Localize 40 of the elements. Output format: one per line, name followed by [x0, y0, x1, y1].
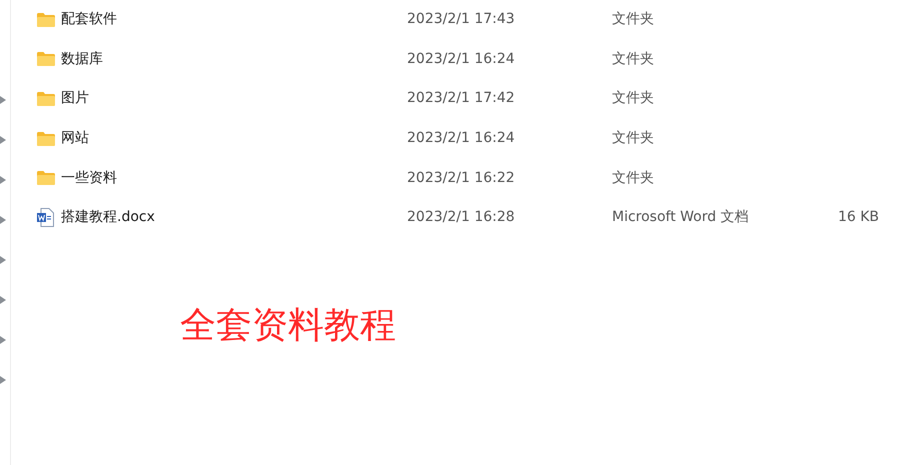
modified-date: 2023/2/1 17:43 [407, 10, 516, 30]
annotation-text: 全套资料教程 [180, 304, 396, 346]
expand-arrow-icon[interactable] [0, 333, 6, 347]
file-row[interactable]: 网站 2023/2/1 16:24 文件夹 [11, 118, 900, 158]
file-type: Microsoft Word 文档 [612, 208, 750, 228]
expand-arrow-icon[interactable] [0, 173, 6, 187]
folder-icon [37, 171, 55, 186]
folder-icon [37, 132, 55, 146]
file-name: 配套软件 [61, 10, 118, 30]
word-document-icon [37, 208, 54, 228]
modified-date: 2023/2/1 16:28 [407, 208, 516, 228]
expand-arrow-icon[interactable] [0, 93, 6, 107]
file-type: 文件夹 [612, 129, 655, 148]
file-type: 文件夹 [612, 50, 655, 69]
expand-arrow-icon[interactable] [0, 373, 6, 387]
modified-date: 2023/2/1 16:22 [407, 168, 516, 188]
folder-icon [37, 52, 55, 66]
file-row[interactable]: 数据库 2023/2/1 16:24 文件夹 [11, 40, 900, 80]
file-type: 文件夹 [612, 89, 655, 108]
file-name: 一些资料 [61, 168, 118, 188]
file-row[interactable]: 搭建教程.docx 2023/2/1 16:28 Microsoft Word 文档 16 KB [11, 198, 900, 238]
file-size: 16 KB [836, 208, 879, 228]
file-name: 搭建教程.docx [61, 208, 156, 228]
modified-date: 2023/2/1 17:42 [407, 89, 516, 108]
file-row[interactable]: 图片 2023/2/1 17:42 文件夹 [11, 79, 900, 119]
file-name: 网站 [61, 129, 90, 148]
file-name: 数据库 [61, 50, 104, 69]
file-type: 文件夹 [612, 168, 655, 188]
folder-icon [37, 92, 55, 106]
folder-icon [37, 12, 55, 27]
expand-arrow-icon[interactable] [0, 293, 6, 307]
modified-date: 2023/2/1 16:24 [407, 50, 516, 69]
expand-arrow-icon[interactable] [0, 213, 6, 227]
modified-date: 2023/2/1 16:24 [407, 129, 516, 148]
expand-arrow-icon[interactable] [0, 253, 6, 267]
file-name: 图片 [61, 89, 90, 108]
file-row[interactable]: 配套软件 2023/2/1 17:43 文件夹 [11, 0, 900, 40]
file-row[interactable]: 一些资料 2023/2/1 16:22 文件夹 [11, 158, 900, 198]
expand-arrow-icon[interactable] [0, 133, 6, 147]
file-type: 文件夹 [612, 10, 655, 30]
